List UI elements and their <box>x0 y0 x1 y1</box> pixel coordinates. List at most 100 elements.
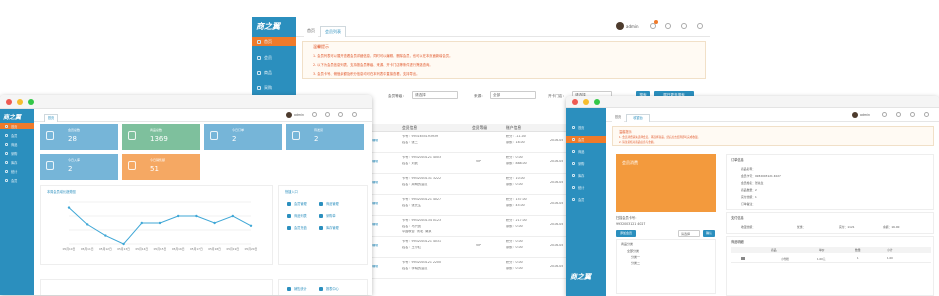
quick-link-goods-list[interactable]: 商品列表 <box>287 213 307 218</box>
points: 积分：0.00 <box>506 240 523 243</box>
quick-link-report[interactable]: 报表中心 <box>319 286 339 291</box>
goods-select[interactable]: 请选择 <box>678 230 700 237</box>
cash-tab-register[interactable]: 收银台 <box>626 114 650 122</box>
member-level: VIP <box>476 244 482 247</box>
confirm-button[interactable]: 确认 <box>703 230 715 237</box>
stat-card[interactable]: 今日订单 2 <box>204 124 282 150</box>
lh-goods: 商品 <box>771 248 777 252</box>
cash-nav-4[interactable]: 库存 <box>566 172 584 179</box>
notice-line-3: 3. 会员卡号、储值余额及积分信息均可在本列表中直接查看，支持导出。 <box>313 72 420 76</box>
edit-link[interactable]: 编辑 <box>372 160 378 164</box>
quick-link-recharge[interactable]: 会员充值 <box>287 225 307 230</box>
edit-link[interactable]: 编辑 <box>372 244 378 248</box>
star-icon[interactable] <box>665 23 671 29</box>
back-tab-home[interactable]: 首页 <box>304 26 318 37</box>
filter-source-select[interactable]: 全部 <box>490 91 536 99</box>
x-tick-label: 05月19日 <box>226 247 239 251</box>
tree-item-1[interactable]: 分类一 <box>631 255 640 259</box>
series-line <box>68 207 252 245</box>
row-sub: 1.00 <box>887 257 893 260</box>
chart-icon <box>5 169 8 173</box>
minimize-dot[interactable] <box>17 99 23 105</box>
stat-card[interactable]: 今日入库 2 <box>40 154 118 180</box>
maximize-dot[interactable] <box>28 99 34 105</box>
minimize-dot[interactable] <box>583 99 589 105</box>
create-time: 2016-05 <box>550 244 564 247</box>
star-icon[interactable] <box>325 112 330 117</box>
dash-tab-home[interactable]: 首页 <box>44 114 58 122</box>
back-nav-goods[interactable]: 商品 <box>252 68 272 77</box>
back-nav-purchase[interactable]: 采购 <box>252 83 272 92</box>
close-dot[interactable] <box>572 99 578 105</box>
stat-card[interactable]: 待发货 2 <box>286 124 364 150</box>
member-orange-card[interactable]: 会员消费 <box>616 154 716 212</box>
close-dot[interactable] <box>6 99 12 105</box>
gear-icon[interactable] <box>681 23 687 29</box>
star-icon[interactable] <box>896 112 901 117</box>
dash-nav-home[interactable]: 首页 <box>0 123 34 129</box>
cash-nav-6[interactable]: 会员 <box>566 196 584 203</box>
stat-value: 28 <box>68 135 77 143</box>
create-time: 2016-05 <box>550 202 564 205</box>
dash-nav-goods[interactable]: 商品 <box>0 141 17 147</box>
edit-link[interactable]: 编辑 <box>372 265 378 269</box>
tree-item-2[interactable]: 分类二 <box>631 261 640 265</box>
quick-link-sales[interactable]: 销售统计 <box>287 286 307 291</box>
avatar[interactable] <box>616 22 624 30</box>
edit-link[interactable]: 编辑 <box>372 139 378 143</box>
add-member-button[interactable]: 添加会员 <box>616 230 636 237</box>
stat-card[interactable]: 会员总数 28 <box>40 124 118 150</box>
home-icon <box>572 126 575 129</box>
bell-icon[interactable] <box>312 112 317 117</box>
stat-card[interactable]: 今日销售额 51 <box>122 154 200 180</box>
tree-item-all[interactable]: 全部分类 <box>627 249 639 253</box>
points: 积分：217.00 <box>506 219 527 222</box>
power-icon[interactable] <box>697 23 703 29</box>
maximize-dot[interactable] <box>594 99 600 105</box>
back-nav-home[interactable]: 首页 <box>252 37 296 46</box>
avatar[interactable] <box>286 112 292 118</box>
dash-nav-stock[interactable]: 库存 <box>0 159 17 165</box>
user-name[interactable]: admin <box>294 113 304 117</box>
create-time: 2016-05 <box>550 181 564 184</box>
back-tab-members[interactable]: 会员列表 <box>320 26 346 37</box>
dash-nav-purchase[interactable]: 采购 <box>0 150 17 156</box>
gear-icon[interactable] <box>910 112 915 117</box>
user-name[interactable]: admin <box>860 113 870 117</box>
dash-nav-member[interactable]: 会员 <box>0 132 17 138</box>
cash-nav-home[interactable]: 会员 <box>566 136 606 143</box>
card-no: 卡号：9932003121 4027 <box>402 198 441 201</box>
dash-nav-member2[interactable]: 会员 <box>0 177 17 183</box>
quick-link-member[interactable]: 会员管理 <box>287 201 307 206</box>
gear-icon[interactable] <box>338 112 343 117</box>
edit-link[interactable]: 编辑 <box>372 202 378 206</box>
edit-link[interactable]: 编辑 <box>372 223 378 227</box>
power-icon[interactable] <box>352 112 357 117</box>
edit-link[interactable]: 编辑 <box>372 181 378 185</box>
card-no: 卡号：9932003121 4031 <box>402 240 441 243</box>
cash-nav-3[interactable]: 采购 <box>566 160 584 167</box>
filter-label-store: 开卡门店： <box>548 94 566 98</box>
dash-nav-stats[interactable]: 统计 <box>0 168 17 174</box>
user-name[interactable]: admin <box>626 24 639 29</box>
user-icon <box>287 201 291 206</box>
quick-panel: 快捷入口 会员管理 商品管理 商品列表 采购单 会员充值 库存管理 <box>278 185 368 265</box>
cash-nav-1[interactable]: 首页 <box>566 124 584 131</box>
quick-link-stock[interactable]: 库存管理 <box>319 225 339 230</box>
back-topbar: 首页 会员列表 admin <box>296 17 710 37</box>
bell-icon[interactable] <box>882 112 887 117</box>
cash-nav-2[interactable]: 商品 <box>566 148 584 155</box>
cash-nav-5[interactable]: 统计 <box>566 184 584 191</box>
power-icon[interactable] <box>924 112 929 117</box>
cash-tab-home[interactable]: 首页 <box>612 114 624 122</box>
info-line-2: 会员姓名：张先生 <box>741 181 764 185</box>
quick-link-goods[interactable]: 商品管理 <box>319 201 339 206</box>
stat-label: 今日订单 <box>232 128 245 132</box>
x-tick-label: 05月18日 <box>208 247 221 251</box>
avatar[interactable] <box>852 112 858 118</box>
back-nav-member[interactable]: 会员 <box>252 53 272 62</box>
quick-link-purchase[interactable]: 采购单 <box>319 213 336 218</box>
filter-level-select[interactable]: 请选择 <box>412 91 458 99</box>
stat-card[interactable]: 商品总数 1369 <box>122 124 200 150</box>
box-icon <box>319 225 323 230</box>
